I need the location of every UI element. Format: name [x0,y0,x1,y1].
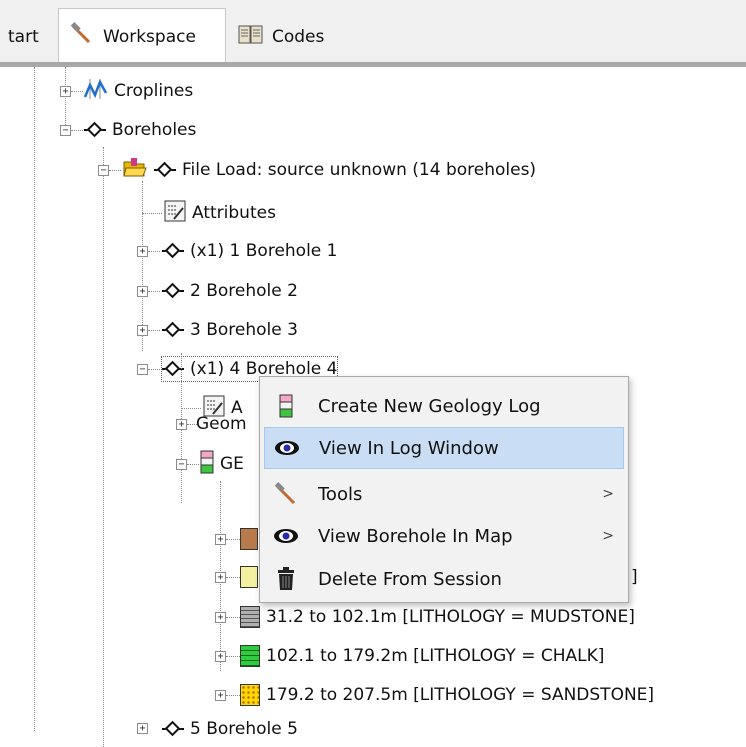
borehole-icon [162,319,184,341]
submenu-arrow-icon: > [602,528,614,544]
tree-node-layer-chalk[interactable]: 102.1 to 179.2m [LITHOLOGY = CHALK] [240,644,604,668]
menu-item-view-borehole-in-map[interactable]: View Borehole In Map > [264,515,624,557]
tree-node-layer-sandstone[interactable]: 179.2 to 207.5m [LITHOLOGY = SANDSTONE] [240,683,654,707]
menu-item-delete-from-session[interactable]: Delete From Session [264,558,624,600]
borehole-icon [84,119,106,141]
tree-node-borehole-1[interactable]: (x1) 1 Borehole 1 [162,239,337,263]
sandstone-swatch [240,684,260,706]
expand-layer-3[interactable]: + [215,612,226,623]
expand-borehole-5[interactable]: + [137,723,148,734]
collapse-file-load[interactable]: − [98,165,109,176]
expand-layer-5[interactable]: + [215,690,226,701]
lithology-swatch [240,566,258,588]
eye-icon [264,527,308,545]
expand-borehole-1[interactable]: + [137,246,148,257]
collapse-boreholes[interactable]: − [60,125,71,136]
collapse-geology-log[interactable]: − [176,459,187,470]
folder-icon [122,156,148,185]
borehole-icon [162,280,184,302]
expand-layer-4[interactable]: + [215,651,226,662]
hammer-icon [264,482,308,506]
geology-log-icon [264,394,308,418]
tab-bar: tart Workspace Codes [0,0,746,64]
tree-node-layer-mudstone[interactable]: 31.2 to 102.1m [LITHOLOGY = MUDSTONE] [240,605,635,629]
tab-start[interactable]: tart [0,12,49,62]
tree-node-borehole-3[interactable]: 3 Borehole 3 [162,318,298,342]
submenu-arrow-icon: > [602,486,614,502]
mudstone-swatch [240,606,260,628]
tree-node-attributes[interactable]: Attributes [164,200,276,227]
attributes-icon [164,200,186,227]
tree-node-croplines[interactable]: Croplines [83,77,193,106]
book-icon [238,24,264,51]
borehole-icon [162,358,184,380]
expand-layer-1[interactable]: + [215,534,226,545]
tree-node-geology-log[interactable]: GE [200,450,244,479]
tab-workspace[interactable]: Workspace [58,8,226,64]
borehole-icon [154,159,176,181]
expand-borehole-2[interactable]: + [137,286,148,297]
hammer-icon [69,22,95,51]
expand-croplines[interactable]: + [60,86,71,97]
tree-node-file-load[interactable]: File Load: source unknown (14 boreholes) [122,156,536,185]
expand-geometry[interactable]: + [176,419,187,430]
context-menu: Create New Geology Log View In Log Windo… [259,376,629,603]
tree-node-layer-1[interactable] [240,527,258,551]
borehole-icon [162,718,184,740]
tree-node-borehole-2[interactable]: 2 Borehole 2 [162,279,298,303]
tree-line [34,67,35,731]
eye-icon [265,439,309,457]
tree-node-geometry[interactable]: Geom [196,412,247,436]
cropline-icon [83,77,108,106]
borehole-icon [162,240,184,262]
tree-node-layer-2[interactable] [240,565,258,589]
tree-node-boreholes[interactable]: Boreholes [84,118,196,142]
layer-2-label-tail: ] [631,567,638,587]
chalk-swatch [240,645,260,667]
lithology-swatch [240,528,258,550]
trash-icon [264,567,308,591]
geology-log-icon [200,450,214,479]
menu-item-view-in-log-window[interactable]: View In Log Window [264,427,624,469]
expand-borehole-3[interactable]: + [137,325,148,336]
tree-node-borehole-5[interactable]: 5 Borehole 5 [162,717,298,741]
menu-item-create-geology-log[interactable]: Create New Geology Log [264,385,624,427]
expand-layer-2[interactable]: + [215,572,226,583]
collapse-borehole-4[interactable]: − [137,364,148,375]
tree-line [103,147,104,747]
tab-codes[interactable]: Codes [228,12,334,62]
menu-item-tools[interactable]: Tools > [264,473,624,515]
